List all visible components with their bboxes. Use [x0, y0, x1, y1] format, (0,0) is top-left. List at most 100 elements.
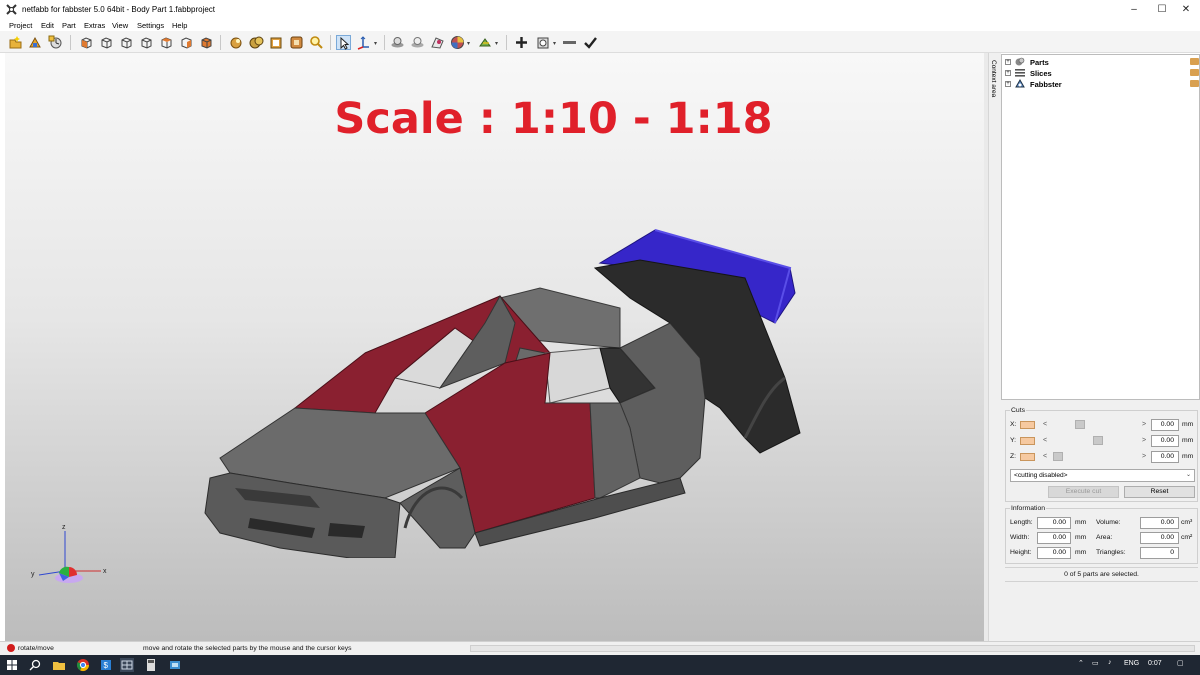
search-icon[interactable]: [28, 658, 42, 672]
cut-y-label: Y:: [1010, 437, 1017, 444]
folder-icon: [1190, 69, 1199, 76]
analysis-icon[interactable]: [478, 35, 493, 50]
app-window-icon[interactable]: [168, 658, 182, 672]
minimize-button[interactable]: –: [1120, 0, 1148, 19]
cut-dropdown-icon[interactable]: ▾: [553, 40, 556, 47]
notifications-icon[interactable]: ▢: [1177, 659, 1184, 667]
zoom-icon[interactable]: [309, 35, 324, 50]
triangles-field: 0: [1140, 547, 1179, 559]
toolbar-separator: [506, 35, 507, 50]
tree-item-slices[interactable]: + Slices: [1005, 68, 1200, 78]
fabbster-icon: [1015, 78, 1025, 88]
area-field: 0.00: [1140, 532, 1179, 544]
measure-icon[interactable]: [289, 35, 304, 50]
cut-x-decrease-button[interactable]: <: [1043, 421, 1047, 428]
reset-button[interactable]: Reset: [1124, 486, 1195, 498]
cut-x-slider[interactable]: [1050, 420, 1142, 430]
remove-icon[interactable]: [562, 35, 577, 50]
windows-start-icon[interactable]: [5, 658, 19, 672]
select-pointer-icon[interactable]: [336, 35, 351, 50]
axis-y-label: y: [31, 571, 35, 578]
menu-part[interactable]: Part: [62, 21, 76, 30]
analysis-dropdown-icon[interactable]: ▾: [495, 40, 498, 47]
menu-help[interactable]: Help: [172, 21, 187, 30]
cut-y-color-swatch[interactable]: [1020, 437, 1035, 445]
cut-x-label: X:: [1010, 421, 1017, 428]
length-unit: mm: [1075, 519, 1087, 526]
menu-view[interactable]: View: [112, 21, 128, 30]
view-left-icon[interactable]: [119, 35, 134, 50]
slider-thumb[interactable]: [1075, 420, 1085, 429]
store-icon[interactable]: $: [99, 658, 113, 672]
cut-z-field[interactable]: 0.00: [1151, 451, 1179, 463]
clock[interactable]: 0:07: [1148, 660, 1162, 667]
view-back-icon[interactable]: [99, 35, 114, 50]
expand-icon[interactable]: +: [1005, 59, 1011, 65]
height-label: Height:: [1010, 549, 1032, 556]
network-icon[interactable]: ▭: [1092, 659, 1099, 667]
context-area-tab[interactable]: [988, 53, 1001, 641]
toolbar-separator: [330, 35, 331, 50]
render-icon[interactable]: [249, 35, 264, 50]
slider-thumb[interactable]: [1093, 436, 1103, 445]
calculator-icon[interactable]: [144, 658, 158, 672]
apply-check-icon[interactable]: [583, 35, 598, 50]
add-part-icon[interactable]: [514, 35, 529, 50]
cut-y-decrease-button[interactable]: <: [1043, 437, 1047, 444]
netfabb-app-icon: [6, 4, 17, 15]
cut-y-slider[interactable]: [1050, 436, 1142, 446]
cut-x-increase-button[interactable]: >: [1142, 421, 1146, 428]
area-unit: cm²: [1181, 534, 1193, 541]
cut-y-increase-button[interactable]: >: [1142, 437, 1146, 444]
chrome-icon[interactable]: [76, 658, 90, 672]
menu-settings[interactable]: Settings: [137, 21, 164, 30]
cut-z-increase-button[interactable]: >: [1142, 453, 1146, 460]
netfabb-task-icon[interactable]: [120, 658, 134, 672]
open-icon[interactable]: [28, 35, 43, 50]
cut-x-field[interactable]: 0.00: [1151, 419, 1179, 431]
file-explorer-icon[interactable]: [52, 658, 66, 672]
cut-y-field[interactable]: 0.00: [1151, 435, 1179, 447]
menu-project[interactable]: Project: [9, 21, 32, 30]
render-mode-icon[interactable]: [390, 35, 405, 50]
slider-thumb[interactable]: [1053, 452, 1063, 461]
close-button[interactable]: ✕: [1172, 0, 1200, 19]
view-bottom-icon[interactable]: [179, 35, 194, 50]
shade-icon[interactable]: [410, 35, 425, 50]
color-scheme-icon[interactable]: [450, 35, 465, 50]
cut-z-slider[interactable]: [1050, 452, 1142, 462]
car-body-model[interactable]: [200, 228, 810, 558]
repair-icon[interactable]: [229, 35, 244, 50]
execute-cut-button[interactable]: Execute cut: [1048, 486, 1119, 498]
save-icon[interactable]: [48, 35, 63, 50]
view-right-icon[interactable]: [139, 35, 154, 50]
cutting-mode-value: <cutting disabled>: [1014, 472, 1068, 479]
expand-icon[interactable]: +: [1005, 81, 1011, 87]
cut-z-color-swatch[interactable]: [1020, 453, 1035, 461]
new-project-icon[interactable]: [8, 35, 23, 50]
expand-icon[interactable]: +: [1005, 70, 1011, 76]
move-dropdown-icon[interactable]: ▾: [374, 40, 377, 47]
menu-extras[interactable]: Extras: [84, 21, 105, 30]
view-top-icon[interactable]: [159, 35, 174, 50]
volume-label: Volume:: [1096, 519, 1121, 526]
view-front-icon[interactable]: [79, 35, 94, 50]
language-indicator[interactable]: ENG: [1124, 660, 1139, 667]
color-icon[interactable]: [269, 35, 284, 50]
3d-viewport[interactable]: Scale : 1:10 - 1:18 z x y: [5, 53, 984, 641]
color-dropdown-icon[interactable]: ▾: [467, 40, 470, 47]
move-icon[interactable]: [356, 35, 371, 50]
wireframe-icon[interactable]: [430, 35, 445, 50]
volume-icon[interactable]: ♪: [1108, 659, 1112, 666]
cut-x-color-swatch[interactable]: [1020, 421, 1035, 429]
cut-icon[interactable]: [536, 35, 551, 50]
tree-item-fabbster[interactable]: + Fabbster: [1005, 78, 1200, 89]
cut-z-decrease-button[interactable]: <: [1043, 453, 1047, 460]
view-iso-icon[interactable]: [199, 35, 214, 50]
cutting-mode-select[interactable]: <cutting disabled> ⌄: [1010, 469, 1195, 482]
tree-item-parts[interactable]: + Parts: [1005, 57, 1200, 67]
information-heading: Information: [1010, 505, 1047, 512]
tray-chevron-icon[interactable]: ⌃: [1078, 659, 1084, 667]
cut-y-unit: mm: [1182, 437, 1194, 444]
menu-edit[interactable]: Edit: [41, 21, 54, 30]
